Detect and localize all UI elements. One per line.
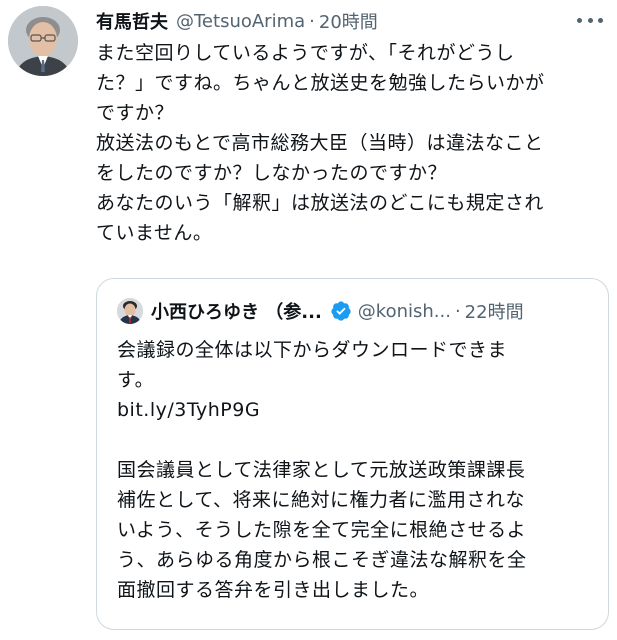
tweet-text: また空回りしているようですが、「それがどうし た？」ですね。ちゃんと放送史を勉強…: [96, 38, 601, 248]
author-avatar-photo: [8, 6, 78, 76]
quoted-text-line: 国会議員として法律家として元放送政策課課長: [117, 459, 526, 481]
tweet-text-line: た？」ですね。ちゃんと放送史を勉強したらいかが: [96, 72, 545, 94]
quoted-author-name[interactable]: 小西ひろゆき （参...: [151, 298, 322, 324]
quoted-text-line: う、あらゆる角度から根こそぎ違法な解釈を全: [117, 549, 527, 571]
tweet-text-line: 放送法のもとで高市総務大臣（当時）は違法なこと: [96, 132, 544, 154]
tweet-text-line: あなたのいう「解釈」は放送法のどこにも規定され: [96, 192, 544, 214]
more-icon-dot: [587, 17, 593, 23]
short-link[interactable]: bit.ly/3TyhP9G: [117, 395, 597, 425]
tweet-header: 有馬哲夫 @TetsuoArima · 20時間: [96, 8, 577, 34]
quoted-text-line: 面撤回する答弁を引き出しました。: [117, 579, 430, 601]
quoted-text-line: 補佐として、将来に絶対に権力者に濫用されな: [117, 489, 525, 511]
quoted-tweet-header: 小西ひろゆき （参... @konish... · 22時間: [117, 297, 596, 325]
quoted-author-handle[interactable]: @konish...: [358, 301, 451, 322]
separator-dot: ·: [309, 10, 315, 32]
tweet-text-line: ていません。: [96, 222, 213, 244]
tweet-text-line: また空回りしているようですが、「それがどうし: [96, 42, 515, 64]
more-icon-dot: [598, 17, 603, 23]
quoted-author-avatar: [117, 298, 143, 324]
quoted-tweet-timestamp[interactable]: 22時間: [465, 298, 524, 324]
separator-dot: ·: [454, 300, 461, 322]
tweet-timestamp[interactable]: 20時間: [319, 8, 378, 34]
author-name[interactable]: 有馬哲夫: [96, 8, 168, 34]
tweet: 有馬哲夫 @TetsuoArima · 20時間 また空回りしているようですが、…: [0, 0, 617, 640]
tweet-text-line: をしたのですか？しなかったのですか？: [96, 162, 448, 184]
author-handle[interactable]: @TetsuoArima: [176, 11, 305, 32]
verified-badge-icon: [331, 301, 351, 321]
quoted-author-avatar-photo: [117, 298, 143, 324]
quoted-text-line: 会議録の全体は以下からダウンロードできま: [117, 339, 508, 361]
quoted-text-line: [117, 425, 597, 455]
author-avatar[interactable]: [8, 6, 78, 76]
quoted-text-line: す。: [117, 369, 155, 391]
more-icon[interactable]: [577, 10, 603, 30]
more-icon-dot: [577, 17, 582, 23]
quoted-tweet[interactable]: 小西ひろゆき （参... @konish... · 22時間 会議録の全体は以下…: [96, 278, 609, 630]
tweet-text-line: ですか？: [96, 102, 175, 124]
quoted-text-line: いよう、そうした隙を全て完全に根絶させるよ: [117, 519, 527, 541]
quoted-tweet-text: 会議録の全体は以下からダウンロードできま す。 bit.ly/3TyhP9G 国…: [117, 335, 597, 605]
